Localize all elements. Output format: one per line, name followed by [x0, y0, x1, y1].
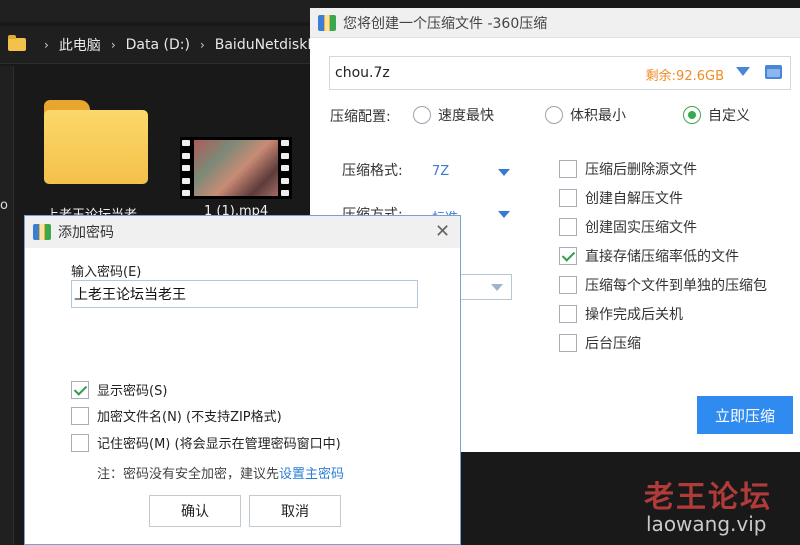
remember-password-checkbox[interactable]: 记住密码(M) (将会显示在管理密码窗口中) [71, 433, 341, 452]
format-label: 压缩格式: [342, 163, 403, 179]
option-label: 后台压缩 [585, 336, 641, 352]
checkbox-label: 显示密码(S) [97, 384, 168, 399]
show-password-checkbox[interactable]: 显示密码(S) [71, 380, 167, 399]
config-label: 压缩配置: [330, 109, 391, 125]
explorer-address-bar[interactable]: › 此电脑 › Data (D:) › BaiduNetdiskD [0, 26, 320, 64]
radio-custom[interactable]: 自定义 [683, 105, 750, 125]
option-separate-archives[interactable]: 压缩每个文件到单独的压缩包 [559, 275, 767, 295]
dialog-title: 添加密码 [58, 225, 114, 241]
radio-label: 自定义 [708, 108, 750, 124]
folder-icon[interactable] [44, 100, 148, 184]
radio-smallest[interactable]: 体积最小 [545, 105, 626, 125]
dropdown-field[interactable] [460, 274, 512, 300]
option-delete-source[interactable]: 压缩后删除源文件 [559, 159, 697, 179]
chevron-right-icon: › [110, 37, 116, 52]
folder-icon [8, 35, 26, 51]
set-master-password-link[interactable]: 设置主密码 [279, 467, 344, 482]
add-password-dialog: 添加密码 ✕ 输入密码(E) 显示密码(S) 加密文件名(N) (不支持ZIP格… [24, 215, 461, 545]
radio-label: 体积最小 [570, 108, 626, 124]
note-text: 注：密码没有安全加密，建议先 [97, 467, 280, 482]
nav-pane-text: o [0, 198, 8, 213]
chevron-down-icon[interactable] [498, 169, 510, 176]
option-label: 操作完成后关机 [585, 307, 683, 323]
checkbox-icon [71, 433, 89, 452]
checkbox-icon [559, 160, 577, 178]
dialog-titlebar[interactable]: 添加密码 [25, 216, 460, 248]
breadcrumb-drive[interactable]: Data (D:) [126, 37, 190, 53]
option-label: 创建自解压文件 [585, 191, 683, 207]
explorer-title-strip [0, 0, 320, 22]
checkbox-checked-icon [71, 380, 89, 399]
breadcrumb-this-pc[interactable]: 此电脑 [59, 35, 101, 55]
cancel-button[interactable]: 取消 [249, 495, 341, 527]
radio-icon [545, 106, 563, 124]
checkbox-label: 加密文件名(N) (不支持ZIP格式) [97, 410, 282, 425]
option-label: 创建固实压缩文件 [585, 220, 697, 236]
checkbox-icon [559, 276, 577, 294]
option-store-low-ratio[interactable]: 直接存储压缩率低的文件 [559, 246, 739, 266]
option-self-extract[interactable]: 创建自解压文件 [559, 188, 683, 208]
option-label: 压缩每个文件到单独的压缩包 [585, 278, 767, 294]
chevron-right-icon: › [199, 37, 205, 52]
radio-label: 速度最快 [438, 108, 494, 124]
free-space-text: 剩余:92.6GB [645, 69, 724, 84]
checkbox-icon [559, 218, 577, 236]
radio-selected-icon [683, 106, 701, 124]
app-logo-icon [33, 224, 51, 240]
checkbox-icon [559, 189, 577, 207]
format-select[interactable]: 7Z [432, 164, 449, 179]
chevron-right-icon: › [44, 37, 49, 52]
checkbox-checked-icon [559, 247, 577, 265]
ok-button[interactable]: 确认 [149, 495, 241, 527]
option-label: 直接存储压缩率低的文件 [585, 249, 739, 265]
checkbox-icon [71, 406, 89, 425]
chevron-down-icon[interactable] [498, 211, 510, 218]
dropdown-arrow-icon[interactable] [736, 67, 750, 76]
watermark-title: 老王论坛 [644, 480, 772, 515]
encrypt-filenames-checkbox[interactable]: 加密文件名(N) (不支持ZIP格式) [71, 406, 282, 425]
app-logo-icon [318, 14, 336, 31]
watermark-url: laowang.vip [646, 512, 767, 536]
checkbox-label: 记住密码(M) (将会显示在管理密码窗口中) [97, 437, 341, 452]
window-title: 您将创建一个压缩文件 -360压缩 [343, 15, 548, 32]
radio-icon [413, 106, 431, 124]
checkbox-icon [559, 334, 577, 352]
output-filename-box[interactable]: 剩余:92.6GB [329, 56, 791, 90]
compress-window-titlebar[interactable]: 您将创建一个压缩文件 -360压缩 [310, 8, 800, 38]
video-file-icon[interactable] [180, 137, 292, 199]
checkbox-icon [559, 305, 577, 323]
filename-input[interactable] [335, 65, 635, 81]
radio-fastest[interactable]: 速度最快 [413, 105, 494, 125]
explorer-nav-pane [0, 66, 14, 545]
security-note: 注：密码没有安全加密，建议先设置主密码 [97, 463, 344, 482]
breadcrumb-folder[interactable]: BaiduNetdiskD [215, 37, 318, 53]
option-label: 压缩后删除源文件 [585, 162, 697, 178]
password-input[interactable] [71, 280, 418, 308]
close-icon[interactable]: ✕ [435, 223, 450, 241]
compress-now-button[interactable]: 立即压缩 [697, 396, 793, 434]
password-input-label: 输入密码(E) [71, 265, 142, 280]
option-background[interactable]: 后台压缩 [559, 333, 641, 353]
browse-folder-icon[interactable] [765, 65, 782, 79]
option-shutdown[interactable]: 操作完成后关机 [559, 304, 683, 324]
option-solid[interactable]: 创建固实压缩文件 [559, 217, 697, 237]
